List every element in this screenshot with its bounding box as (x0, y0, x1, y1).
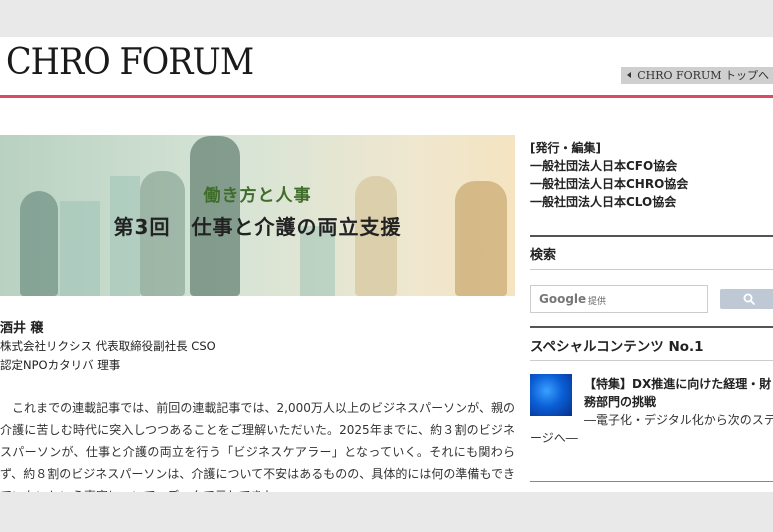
special-article-subtitle-2[interactable]: ージへ― (530, 429, 578, 446)
article-banner: 働き方と人事 第3回 仕事と介護の両立支援 (0, 135, 515, 296)
article-body: これまでの連載記事では、前回の連載記事では、2,000万人以上のビジネスパーソン… (0, 401, 515, 492)
author-name: 酒井 穣 (0, 321, 44, 336)
author-affiliation: 株式会社リクシス 代表取締役副社長 CSO (0, 339, 216, 353)
search-placeholder: 提供 (588, 297, 607, 307)
sidebar-divider (530, 481, 773, 482)
special-article-title[interactable]: 【特集】DX推進に向けた経理・財務部門の挑戦 (584, 375, 773, 411)
sidebar-divider (530, 269, 773, 270)
publisher-clo-link[interactable]: 一般社団法人日本CLO協会 (530, 193, 676, 210)
page: CHRO FORUM CHRO FORUM トップへ 働き方と人事 第3回 仕事… (0, 37, 773, 492)
banner-person (20, 191, 58, 296)
search-heading: 検索 (530, 248, 557, 263)
bottom-strip (0, 492, 773, 532)
top-page-link-label: CHRO FORUM トップへ (637, 69, 769, 82)
special-contents-heading: スペシャルコンテンツ No.1 (530, 339, 704, 355)
banner-subtitle: 働き方と人事 (203, 186, 312, 206)
google-logo: Google (539, 292, 587, 306)
search-icon (743, 293, 756, 306)
search-button[interactable] (720, 289, 773, 309)
publisher-chro-link[interactable]: 一般社団法人日本CHRO協会 (530, 175, 688, 192)
header-accent-rule (0, 95, 773, 98)
sidebar-divider (530, 326, 773, 328)
search-input[interactable]: Google 提供 (530, 285, 708, 313)
site-logo[interactable]: CHRO FORUM (6, 43, 254, 83)
special-article-subtitle[interactable]: ―電子化・デジタル化から次のステ (584, 411, 773, 428)
article-title: 第3回 仕事と介護の両立支援 (113, 215, 402, 239)
author-affiliation-2: 認定NPOカタリバ 理事 (0, 358, 121, 372)
left-triangle-icon (627, 72, 632, 78)
top-page-link[interactable]: CHRO FORUM トップへ (621, 67, 773, 84)
sidebar-divider (530, 235, 773, 237)
publisher-label: [発行・編集] (530, 141, 601, 155)
sidebar-divider (530, 360, 773, 361)
special-thumbnail[interactable] (530, 374, 572, 416)
publisher-cfo-link[interactable]: 一般社団法人日本CFO協会 (530, 157, 677, 174)
